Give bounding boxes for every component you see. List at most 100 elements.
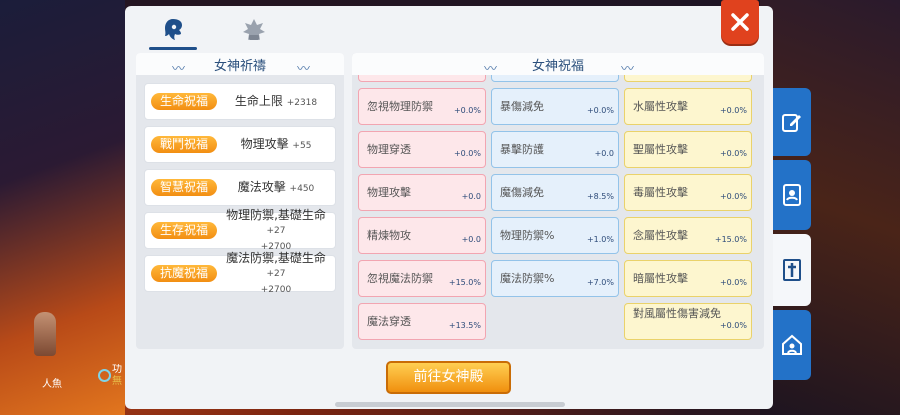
stat-cell: 魔法防禦% +7.0% bbox=[491, 260, 619, 297]
stat-value: +8.5% bbox=[586, 192, 614, 201]
stat-value: +0.0 bbox=[594, 149, 614, 158]
stat-name: 毒屬性攻擊 bbox=[633, 186, 688, 199]
stat-cell: 物理穿透 +0.0% bbox=[358, 131, 486, 168]
stat-cell: 物理攻擊 +0.0 bbox=[358, 174, 486, 211]
blessing-badge: 戰鬥祝福 bbox=[151, 136, 217, 153]
blessing-stat: 魔法攻擊 +450 bbox=[237, 179, 315, 194]
blessing-stat: 魔法防禦,基礎生命 +27 +2700 bbox=[226, 250, 326, 295]
stat-value: +0.0% bbox=[719, 278, 747, 287]
blessing-badge: 智慧祝福 bbox=[151, 179, 217, 196]
stat-grid[interactable]: 忽視物理防禦 +0.0% 物理穿透 +0.0% 物理攻擊 +0.0 精煉物攻 +0.0 忽視魔法… bbox=[358, 75, 758, 349]
stat-name: 魔法穿透 bbox=[367, 315, 411, 328]
blessing-stat: 物理攻擊 +55 bbox=[240, 136, 312, 151]
side-tab-guild[interactable] bbox=[773, 310, 811, 380]
stat-name: 物理防禦% bbox=[500, 229, 555, 242]
stat-cell: 物理防禦% +1.0% bbox=[491, 217, 619, 254]
blessing-column: 〰 女神祝福 〰 忽視物理防禦 +0.0% 物理穿透 +0.0% 物理攻擊 +0.0 精煉物… bbox=[352, 53, 764, 349]
stat-name: 物理攻擊 bbox=[367, 186, 411, 199]
stat-value: +0.0% bbox=[719, 192, 747, 201]
blessing-row: 智慧祝福 魔法攻擊 +450 bbox=[144, 169, 336, 206]
stat-cell: 暴擊防護 +0.0 bbox=[491, 131, 619, 168]
stat-name: 念屬性攻擊 bbox=[633, 229, 688, 242]
blessing-list: 生命祝福 生命上限 +2318 戰鬥祝福 物理攻擊 +55 智慧祝福 魔法攻擊 +450 生… bbox=[136, 75, 344, 295]
function-label[interactable]: 功 無 bbox=[112, 364, 126, 388]
blessing-stat: 物理防禦,基礎生命 +27 +2700 bbox=[226, 207, 326, 252]
stat-name: 聖屬性攻擊 bbox=[633, 143, 688, 156]
stat-cell-partial bbox=[491, 75, 619, 82]
side-tab-shrine[interactable] bbox=[773, 234, 811, 306]
stat-value: +0.0% bbox=[453, 149, 481, 158]
stat-cell: 魔法穿透 +13.5% bbox=[358, 303, 486, 340]
prayer-column: 〰 女神祈禱 〰 生命祝福 生命上限 +2318 戰鬥祝福 物理攻擊 +55 智慧祝福魔… bbox=[136, 53, 344, 349]
stat-value: +13.5% bbox=[448, 321, 481, 330]
blessing-badge: 抗魔祝福 bbox=[151, 265, 217, 282]
stat-value: +15.0% bbox=[448, 278, 481, 287]
stat-value: +0.0% bbox=[719, 106, 747, 115]
prayer-header: 〰 女神祈禱 〰 bbox=[136, 53, 344, 77]
stat-name: 暴傷減免 bbox=[500, 100, 544, 113]
stat-cell: 水屬性攻擊 +0.0% bbox=[624, 88, 752, 125]
stat-name: 水屬性攻擊 bbox=[633, 100, 688, 113]
emblem-icon bbox=[243, 19, 265, 40]
blessing-row: 生命祝福 生命上限 +2318 bbox=[144, 83, 336, 120]
blessing-title: 女神祝福 bbox=[531, 58, 584, 74]
stat-value: +0.0% bbox=[719, 321, 747, 330]
stat-name: 暗屬性攻擊 bbox=[633, 272, 688, 285]
stat-cell: 精煉物攻 +0.0 bbox=[358, 217, 486, 254]
tab-emblem[interactable] bbox=[230, 12, 278, 48]
stat-name: 對風屬性傷害減免 bbox=[633, 307, 721, 320]
tab-goddess[interactable] bbox=[149, 12, 197, 50]
stat-value: +15.0% bbox=[714, 235, 747, 244]
stat-cell: 暗屬性攻擊 +0.0% bbox=[624, 260, 752, 297]
character-portrait[interactable] bbox=[34, 312, 56, 356]
stat-cell-partial bbox=[624, 75, 752, 82]
stat-value: +0.0% bbox=[719, 149, 747, 158]
blessing-header: 〰 女神祝福 〰 bbox=[352, 53, 764, 77]
stat-cell: 聖屬性攻擊 +0.0% bbox=[624, 131, 752, 168]
close-button[interactable] bbox=[721, 0, 759, 44]
blessing-badge: 生命祝福 bbox=[151, 93, 217, 110]
stat-cell: 念屬性攻擊 +15.0% bbox=[624, 217, 752, 254]
stat-value: +0.0% bbox=[453, 106, 481, 115]
stat-name: 魔法防禦% bbox=[500, 272, 555, 285]
headset-icon[interactable] bbox=[98, 369, 111, 382]
stat-cell: 忽視魔法防禦 +15.0% bbox=[358, 260, 486, 297]
stat-value: +1.0% bbox=[586, 235, 614, 244]
stat-name: 魔傷減免 bbox=[500, 186, 544, 199]
goddess-icon bbox=[165, 19, 182, 40]
side-tab-contacts[interactable] bbox=[773, 160, 811, 230]
wave-ornament-icon: 〰 bbox=[296, 62, 310, 77]
character-name: 人魚 bbox=[42, 379, 62, 390]
stat-name: 忽視物理防禦 bbox=[367, 100, 433, 113]
game-background-left bbox=[0, 0, 125, 415]
blessing-badge: 生存祝福 bbox=[151, 222, 217, 239]
goddess-blessing-panel: 〰 女神祈禱 〰 生命祝福 生命上限 +2318 戰鬥祝福 物理攻擊 +55 智慧祝福魔… bbox=[125, 6, 773, 409]
stat-name: 暴擊防護 bbox=[500, 143, 544, 156]
blessing-row: 生存祝福 物理防禦,基礎生命 +27 +2700 bbox=[144, 208, 336, 252]
stat-cell: 毒屬性攻擊 +0.0% bbox=[624, 174, 752, 211]
stat-cell: 忽視物理防禦 +0.0% bbox=[358, 88, 486, 125]
prayer-title: 女神祈禱 bbox=[213, 58, 266, 74]
go-to-temple-button[interactable]: 前往女神殿 bbox=[386, 361, 511, 394]
contacts-book-icon bbox=[783, 184, 801, 206]
stat-value: +0.0 bbox=[461, 192, 481, 201]
guild-house-icon bbox=[782, 334, 802, 355]
stat-cell-partial bbox=[358, 75, 486, 82]
stat-value: +7.0% bbox=[586, 278, 614, 287]
blessing-row: 戰鬥祝福 物理攻擊 +55 bbox=[144, 126, 336, 163]
stat-cell: 魔傷減免 +8.5% bbox=[491, 174, 619, 211]
stat-value: +0.0 bbox=[461, 235, 481, 244]
panel-tab-bar bbox=[125, 6, 773, 52]
wave-ornament-icon: 〰 bbox=[172, 62, 185, 77]
horizontal-scrollbar[interactable] bbox=[335, 402, 565, 407]
stat-cell: 暴傷減免 +0.0% bbox=[491, 88, 619, 125]
edit-icon bbox=[782, 114, 801, 132]
side-tab-edit[interactable] bbox=[773, 88, 811, 156]
stat-value: +0.0% bbox=[586, 106, 614, 115]
stat-name: 忽視魔法防禦 bbox=[367, 272, 433, 285]
close-icon bbox=[731, 13, 749, 31]
stat-name: 精煉物攻 bbox=[367, 229, 411, 242]
stat-name: 物理穿透 bbox=[367, 143, 411, 156]
shrine-cross-icon bbox=[783, 259, 801, 281]
stat-cell: 對風屬性傷害減免 +0.0% bbox=[624, 303, 752, 340]
